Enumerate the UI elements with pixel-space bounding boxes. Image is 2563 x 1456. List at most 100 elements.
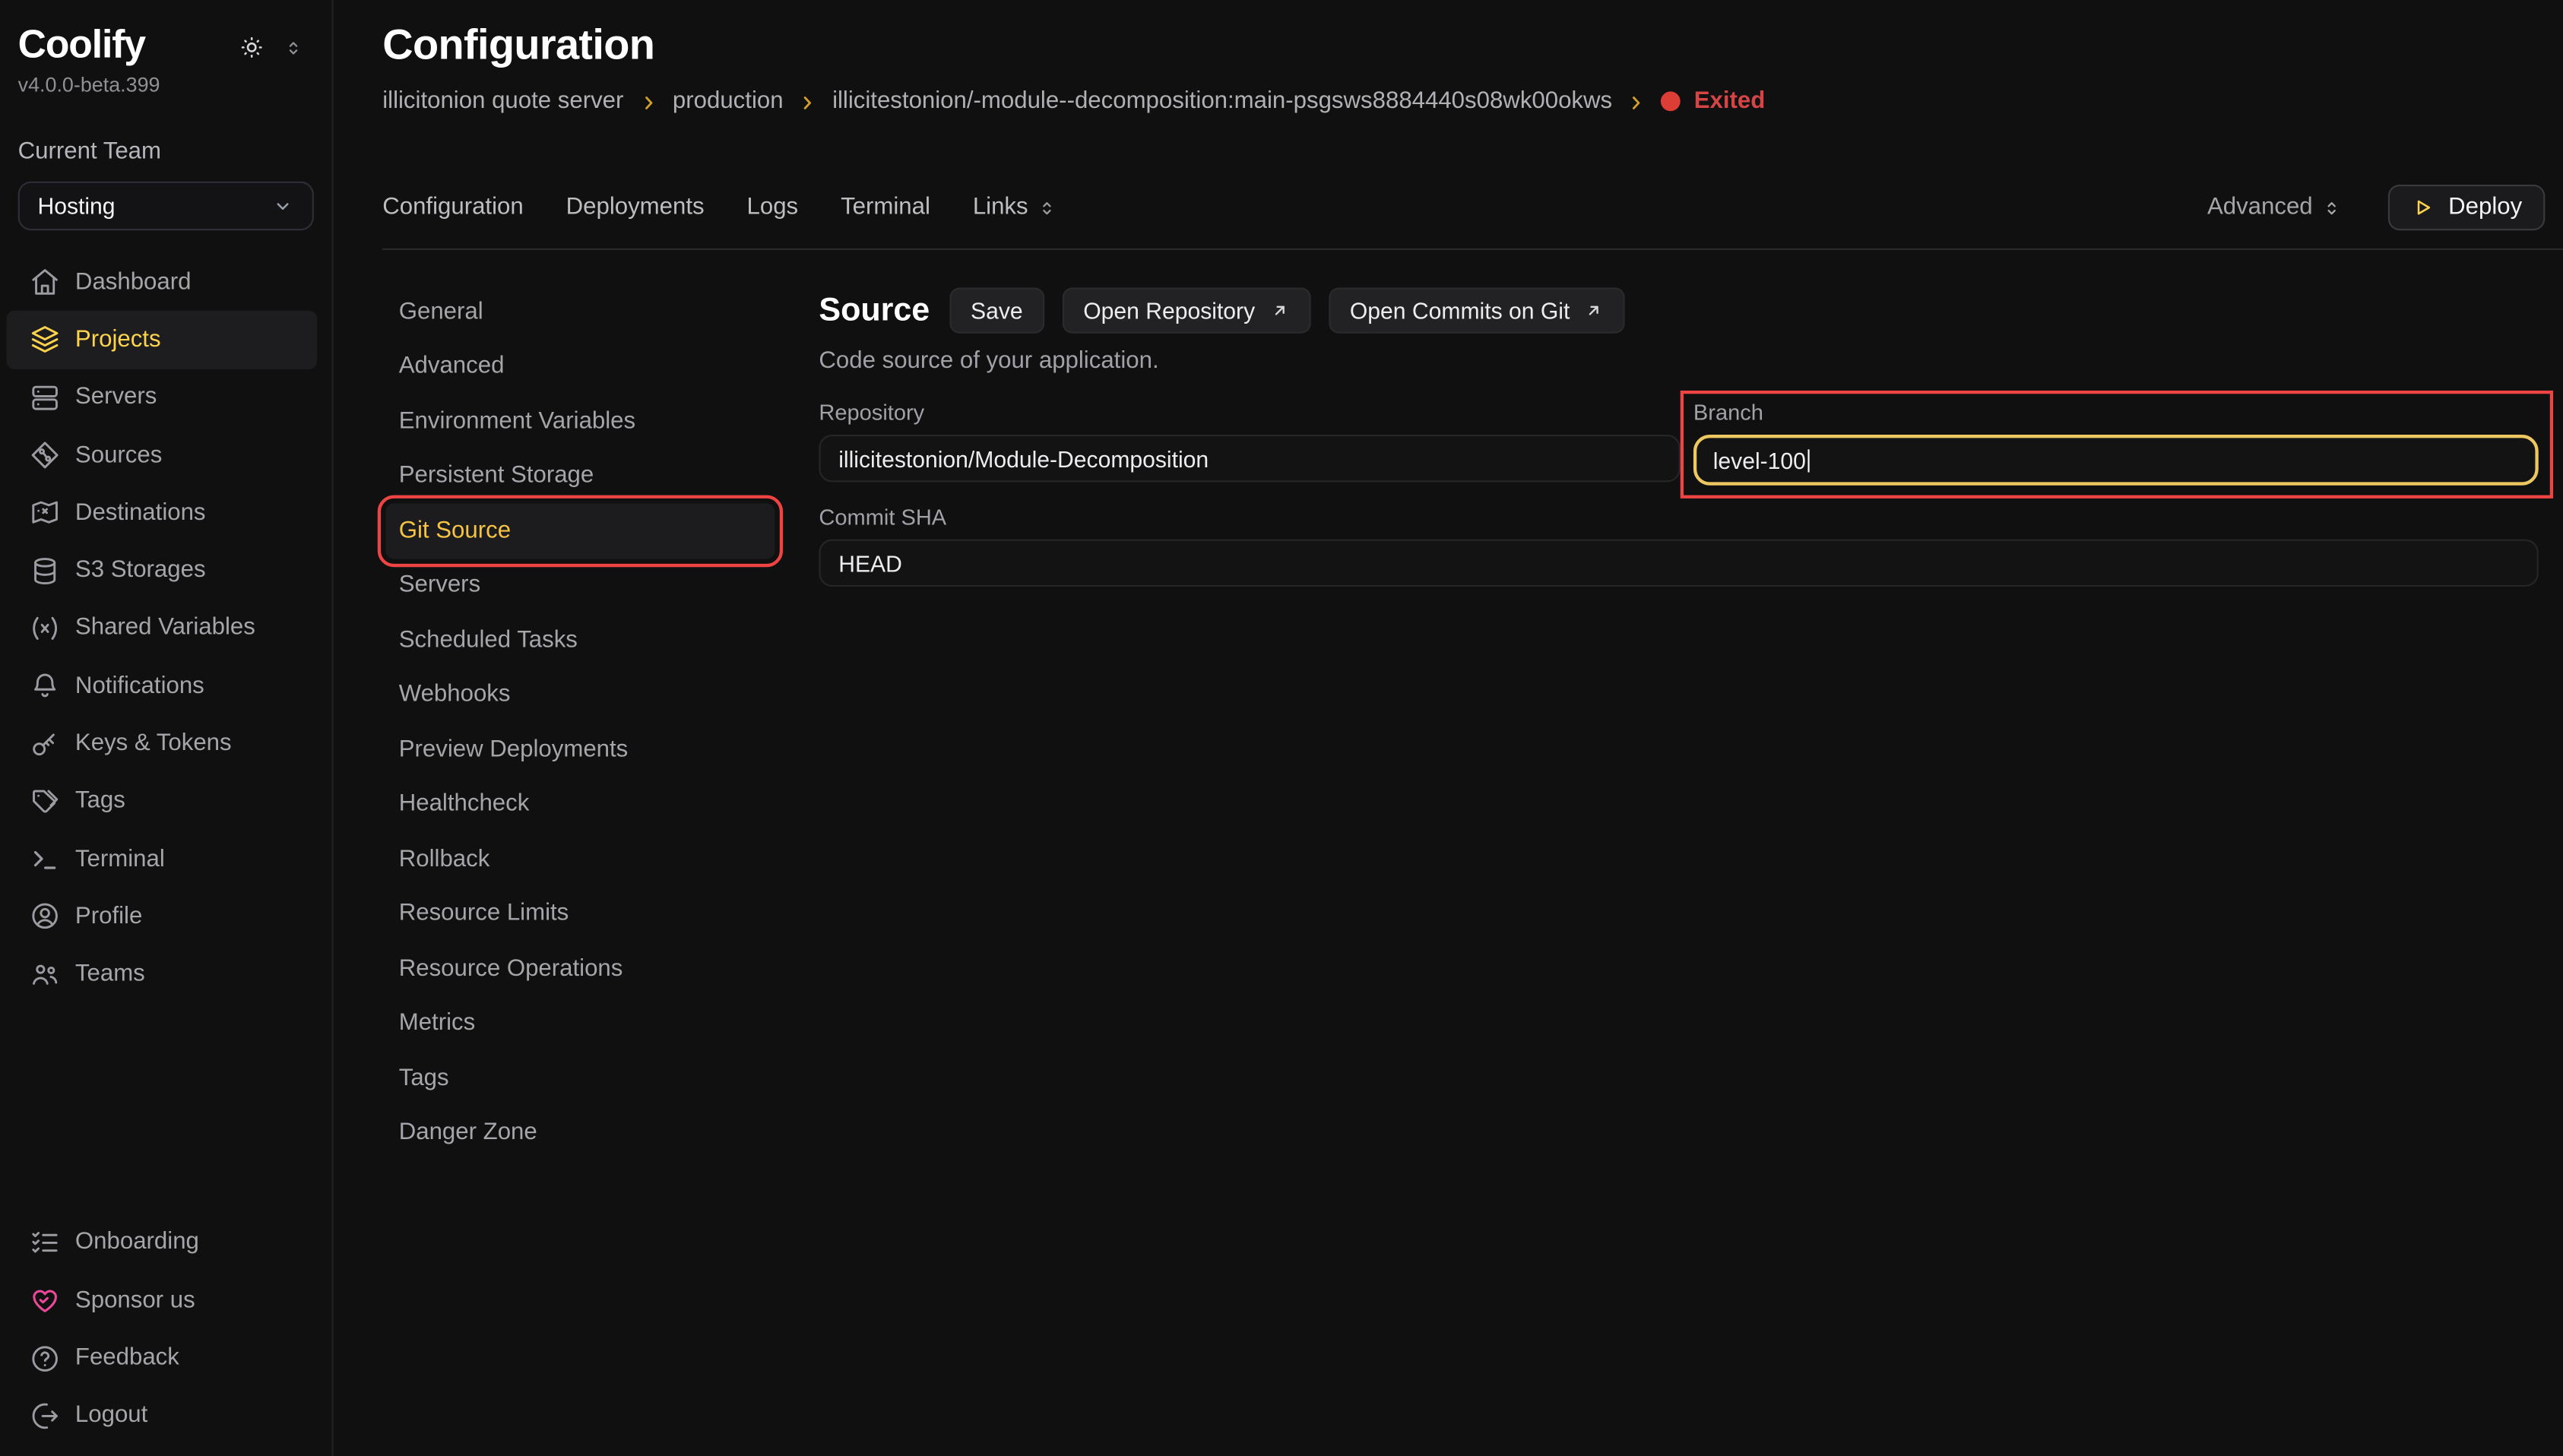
tab-label: Deployments — [566, 195, 705, 220]
heart-icon — [28, 1284, 61, 1317]
config-subnav: GeneralAdvancedEnvironment VariablesPers… — [386, 284, 775, 1160]
tab-deployments[interactable]: Deployments — [566, 195, 705, 220]
sidebar-item-terminal[interactable]: Terminal — [0, 830, 330, 888]
sidebar-item-feedback[interactable]: Feedback — [0, 1329, 330, 1387]
instance-switcher-icon[interactable] — [283, 36, 304, 58]
sidebar-nav: Dashboard Projects Servers Sources Destinati… — [0, 253, 330, 1003]
variables-icon — [28, 612, 61, 644]
sidebar-item-sources[interactable]: Sources — [0, 426, 330, 484]
tab-logs[interactable]: Logs — [747, 195, 799, 220]
sidebar-item-label: Onboarding — [75, 1230, 199, 1255]
sidebar-item-logout[interactable]: Logout — [0, 1387, 330, 1445]
sidebar-item-sponsor-us[interactable]: Sponsor us — [0, 1271, 330, 1329]
subnav-item-environment-variables[interactable]: Environment Variables — [386, 394, 775, 448]
status-dot — [1662, 91, 1681, 111]
subnav-item-healthcheck[interactable]: Healthcheck — [386, 777, 775, 832]
chevrons-up-down-icon — [1036, 197, 1057, 218]
app-version: v4.0.0-beta.399 — [0, 68, 332, 97]
team-select[interactable]: Hosting — [18, 182, 314, 231]
play-icon — [2411, 196, 2434, 219]
source-form: Repository Branch level-100 Commit SHA — [819, 400, 2538, 587]
database-icon — [28, 554, 61, 587]
open-repository-button[interactable]: Open Repository — [1062, 287, 1310, 333]
sidebar-item-s3-storages[interactable]: S3 Storages — [0, 542, 330, 600]
source-heading: Source — [819, 292, 930, 329]
sidebar-item-servers[interactable]: Servers — [0, 369, 330, 426]
branch-field-group: Branch level-100 — [1693, 400, 2539, 486]
tab-label: Configuration — [382, 195, 523, 220]
open-commits-button[interactable]: Open Commits on Git — [1329, 287, 1626, 333]
subnav-item-tags[interactable]: Tags — [386, 1051, 775, 1106]
tab-terminal[interactable]: Terminal — [841, 195, 930, 220]
subnav-item-servers[interactable]: Servers — [386, 558, 775, 612]
tags-icon — [28, 785, 61, 818]
tab-divider — [382, 248, 2563, 250]
server-icon — [28, 381, 61, 414]
subnav-item-preview-deployments[interactable]: Preview Deployments — [386, 723, 775, 777]
current-team-label: Current Team — [0, 97, 332, 165]
subnav-item-scheduled-tasks[interactable]: Scheduled Tasks — [386, 612, 775, 667]
sidebar-item-label: Destinations — [75, 500, 206, 526]
sidebar-item-onboarding[interactable]: Onboarding — [0, 1214, 330, 1271]
save-button[interactable]: Save — [949, 287, 1044, 333]
theme-toggle-sun-icon[interactable] — [239, 34, 265, 60]
tab-configuration[interactable]: Configuration — [382, 195, 523, 220]
sidebar-item-label: Sources — [75, 442, 162, 468]
sidebar-item-destinations[interactable]: Destinations — [0, 484, 330, 542]
repository-field-group: Repository — [819, 400, 1680, 486]
coolify-app: Coolify v4.0.0-beta.399 Current Team Hos… — [0, 0, 2563, 1456]
chevrons-up-down-icon — [2321, 197, 2342, 218]
sidebar-item-keys-tokens[interactable]: Keys & Tokens — [0, 715, 330, 773]
text-cursor — [1807, 448, 1810, 471]
arrow-up-right-icon — [1585, 301, 1605, 321]
chevron-down-icon — [271, 195, 294, 217]
sidebar-item-tags[interactable]: Tags — [0, 772, 330, 830]
commit-sha-input[interactable] — [819, 540, 2538, 587]
subnav-item-metrics[interactable]: Metrics — [386, 996, 775, 1051]
sidebar-item-dashboard[interactable]: Dashboard — [0, 253, 330, 311]
sidebar-item-projects[interactable]: Projects — [7, 311, 318, 369]
sidebar-item-label: Sponsor us — [75, 1287, 195, 1313]
advanced-dropdown-label: Advanced — [2207, 195, 2313, 220]
sidebar-item-label: Feedback — [75, 1345, 179, 1371]
layers-icon — [28, 324, 61, 356]
sidebar-item-shared-variables[interactable]: Shared Variables — [0, 600, 330, 657]
sidebar-item-label: Projects — [75, 327, 161, 353]
subnav-item-danger-zone[interactable]: Danger Zone — [386, 1106, 775, 1160]
save-button-label: Save — [971, 297, 1023, 323]
sidebar-item-label: Keys & Tokens — [75, 730, 232, 756]
subnav-item-webhooks[interactable]: Webhooks — [386, 667, 775, 722]
sidebar-item-label: Teams — [75, 961, 145, 987]
branch-input[interactable]: level-100 — [1693, 435, 2539, 486]
tab-label: Links — [973, 195, 1028, 220]
sidebar-item-notifications[interactable]: Notifications — [0, 657, 330, 715]
git-source-icon — [28, 438, 61, 471]
breadcrumb-segment[interactable]: production — [673, 88, 784, 114]
status-indicator: Exited — [1662, 88, 1766, 114]
sidebar-item-label: Dashboard — [75, 269, 192, 295]
sidebar-item-profile[interactable]: Profile — [0, 888, 330, 945]
terminal-icon — [28, 843, 61, 875]
deploy-button[interactable]: Deploy — [2388, 185, 2546, 230]
breadcrumb-segment[interactable]: illicitonion quote server — [382, 88, 623, 114]
breadcrumb-segment[interactable]: illicitestonion/-module--decomposition:m… — [832, 88, 1612, 114]
subnav-item-advanced[interactable]: Advanced — [386, 339, 775, 394]
subnav-item-general[interactable]: General — [386, 284, 775, 339]
sidebar-item-label: Logout — [75, 1403, 147, 1429]
subnav-item-git-source[interactable]: Git Source — [386, 503, 775, 558]
profile-icon — [28, 901, 61, 933]
sidebar-item-teams[interactable]: Teams — [0, 945, 330, 1003]
open-commits-label: Open Commits on Git — [1350, 297, 1570, 323]
source-section: Source Save Open Repository Open Commits… — [819, 287, 2538, 587]
sidebar-item-label: Notifications — [75, 673, 204, 698]
subnav-item-persistent-storage[interactable]: Persistent Storage — [386, 448, 775, 503]
repository-input[interactable] — [819, 435, 1680, 482]
branch-annotation-box: Branch level-100 — [1684, 394, 2550, 495]
advanced-dropdown[interactable]: Advanced — [2207, 195, 2342, 220]
home-icon — [28, 266, 61, 299]
sidebar-item-label: S3 Storages — [75, 558, 206, 584]
subnav-item-resource-limits[interactable]: Resource Limits — [386, 887, 775, 942]
subnav-item-rollback[interactable]: Rollback — [386, 832, 775, 887]
tab-links[interactable]: Links — [973, 195, 1058, 220]
subnav-item-resource-operations[interactable]: Resource Operations — [386, 942, 775, 996]
